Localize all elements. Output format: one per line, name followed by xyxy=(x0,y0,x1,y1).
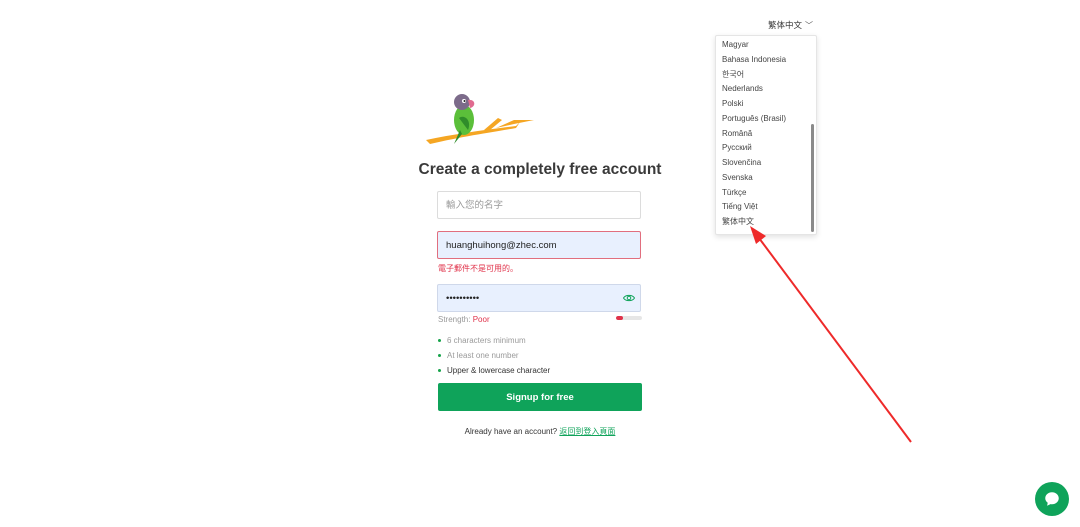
login-prompt-line: Already have an account? 返回到登入頁面 xyxy=(438,426,642,437)
bullet-icon xyxy=(438,354,441,357)
password-rule-text: Upper & lowercase character xyxy=(447,366,551,375)
page-title: Create a completely free account xyxy=(418,161,662,178)
parrot-logo-icon xyxy=(426,94,534,144)
language-option[interactable]: Română xyxy=(716,127,811,142)
signup-button[interactable]: Signup for free xyxy=(438,383,642,411)
eye-icon[interactable] xyxy=(623,292,635,304)
strength-label: Strength: xyxy=(438,315,471,324)
password-input[interactable] xyxy=(437,284,641,312)
language-option[interactable]: Polski xyxy=(716,97,811,112)
chat-widget-button[interactable] xyxy=(1035,482,1069,516)
password-rule-text: At least one number xyxy=(447,351,519,360)
language-dropdown: Magyar Bahasa Indonesia 한국어 Nederlands Polsk… xyxy=(715,35,817,235)
chevron-down-icon: ﹀ xyxy=(805,20,814,30)
language-option[interactable]: Tiếng Việt xyxy=(716,200,811,215)
email-input[interactable] xyxy=(437,231,641,259)
language-option[interactable]: 繁体中文 xyxy=(716,215,811,230)
strength-value: Poor xyxy=(472,315,490,324)
bullet-icon xyxy=(438,369,441,372)
language-option[interactable]: Nederlands xyxy=(716,82,811,97)
password-rule-text: 6 characters minimum xyxy=(447,336,526,345)
strength-meter xyxy=(616,316,642,320)
password-rule: Upper & lowercase character xyxy=(438,363,550,378)
password-rule: 6 characters minimum xyxy=(438,333,550,348)
email-error-message: 電子郵件不是可用的。 xyxy=(438,264,518,273)
bullet-icon xyxy=(438,339,441,342)
language-option[interactable]: Türkçe xyxy=(716,186,811,201)
login-prompt-text: Already have an account? xyxy=(464,427,558,436)
language-option[interactable]: Slovenčina xyxy=(716,156,811,171)
language-option[interactable]: 한국어 xyxy=(716,68,811,83)
password-rules: 6 characters minimum At least one number U… xyxy=(438,333,550,378)
language-scrollbar[interactable] xyxy=(811,124,814,232)
password-rule: At least one number xyxy=(438,348,550,363)
language-current: 繁体中文 xyxy=(768,20,803,30)
name-input[interactable] xyxy=(437,191,641,219)
language-option[interactable]: Magyar xyxy=(716,38,811,53)
language-option[interactable]: Svenska xyxy=(716,171,811,186)
language-option[interactable]: Русский xyxy=(716,141,811,156)
password-strength: Strength: Poor xyxy=(438,315,490,324)
language-list: Magyar Bahasa Indonesia 한국어 Nederlands Polsk… xyxy=(716,38,811,230)
chat-bubble-icon xyxy=(1045,492,1059,506)
strength-meter-fill xyxy=(616,316,623,320)
language-selector[interactable]: 繁体中文 ﹀ xyxy=(768,19,813,31)
annotation-arrow xyxy=(750,226,912,443)
language-option[interactable]: Bahasa Indonesia xyxy=(716,53,811,68)
login-link[interactable]: 返回到登入頁面 xyxy=(559,427,615,436)
language-option[interactable]: Português (Brasil) xyxy=(716,112,811,127)
